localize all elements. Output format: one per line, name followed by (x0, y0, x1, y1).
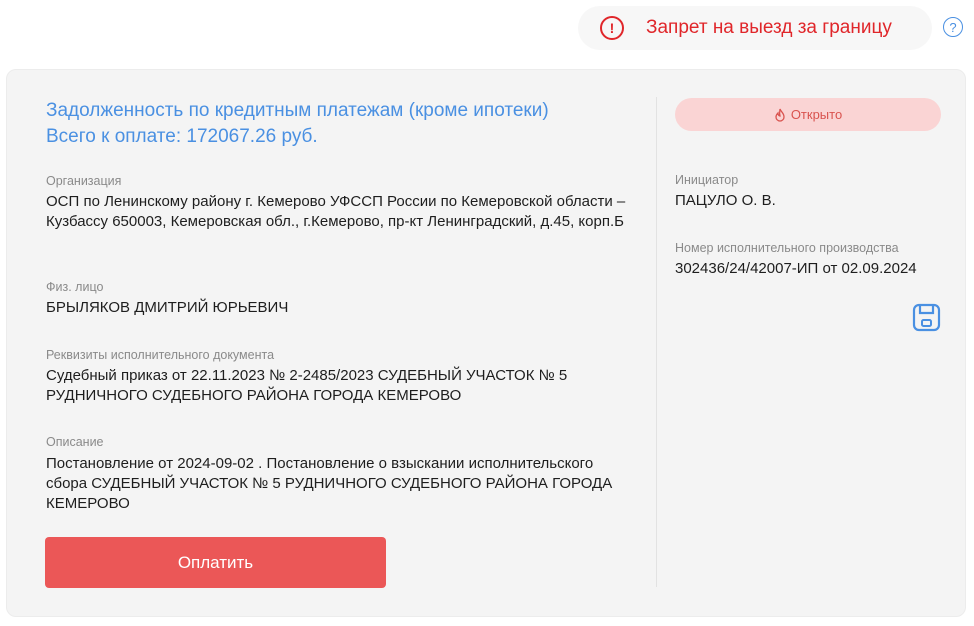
flame-icon (775, 108, 785, 122)
debt-total: Всего к оплате: 172067.26 руб. (46, 126, 318, 147)
exclamation-circle-icon: ! (600, 16, 624, 40)
save-icon[interactable] (912, 303, 941, 332)
debt-card (6, 69, 966, 617)
initiator-value: ПАЦУЛО О. В. (675, 192, 776, 209)
case-number-value: 302436/24/42007-ИП от 02.09.2024 (675, 260, 917, 277)
organization-value: ОСП по Ленинскому району г. Кемерово УФС… (46, 193, 626, 230)
initiator-label: Инициатор (675, 173, 739, 187)
help-icon[interactable]: ? (943, 17, 963, 37)
case-number-label: Номер исполнительного производства (675, 241, 899, 255)
description-label: Описание (46, 435, 104, 449)
document-label: Реквизиты исполнительного документа (46, 348, 275, 362)
debt-type: Задолженность по кредитным платежам (кро… (46, 100, 549, 121)
status-badge: Открыто (675, 98, 941, 131)
debt-title: Задолженность по кредитным платежам (кро… (46, 98, 646, 150)
organization-label: Организация (46, 174, 122, 188)
person-value: БРЫЛЯКОВ ДМИТРИЙ ЮРЬЕВИЧ (46, 299, 289, 316)
person-label: Физ. лицо (46, 280, 104, 294)
card-divider (656, 97, 657, 587)
pay-button[interactable]: Оплатить (45, 537, 386, 588)
travel-ban-text: Запрет на выезд за границу (646, 17, 892, 38)
description-value: Постановление от 2024-09-02 . Постановле… (46, 455, 613, 512)
top-bar: ! Запрет на выезд за границу ? (0, 0, 974, 60)
document-value: Судебный приказ от 22.11.2023 № 2-2485/2… (46, 367, 568, 404)
travel-ban-warning: ! Запрет на выезд за границу (578, 6, 932, 50)
status-text: Открыто (790, 107, 843, 122)
